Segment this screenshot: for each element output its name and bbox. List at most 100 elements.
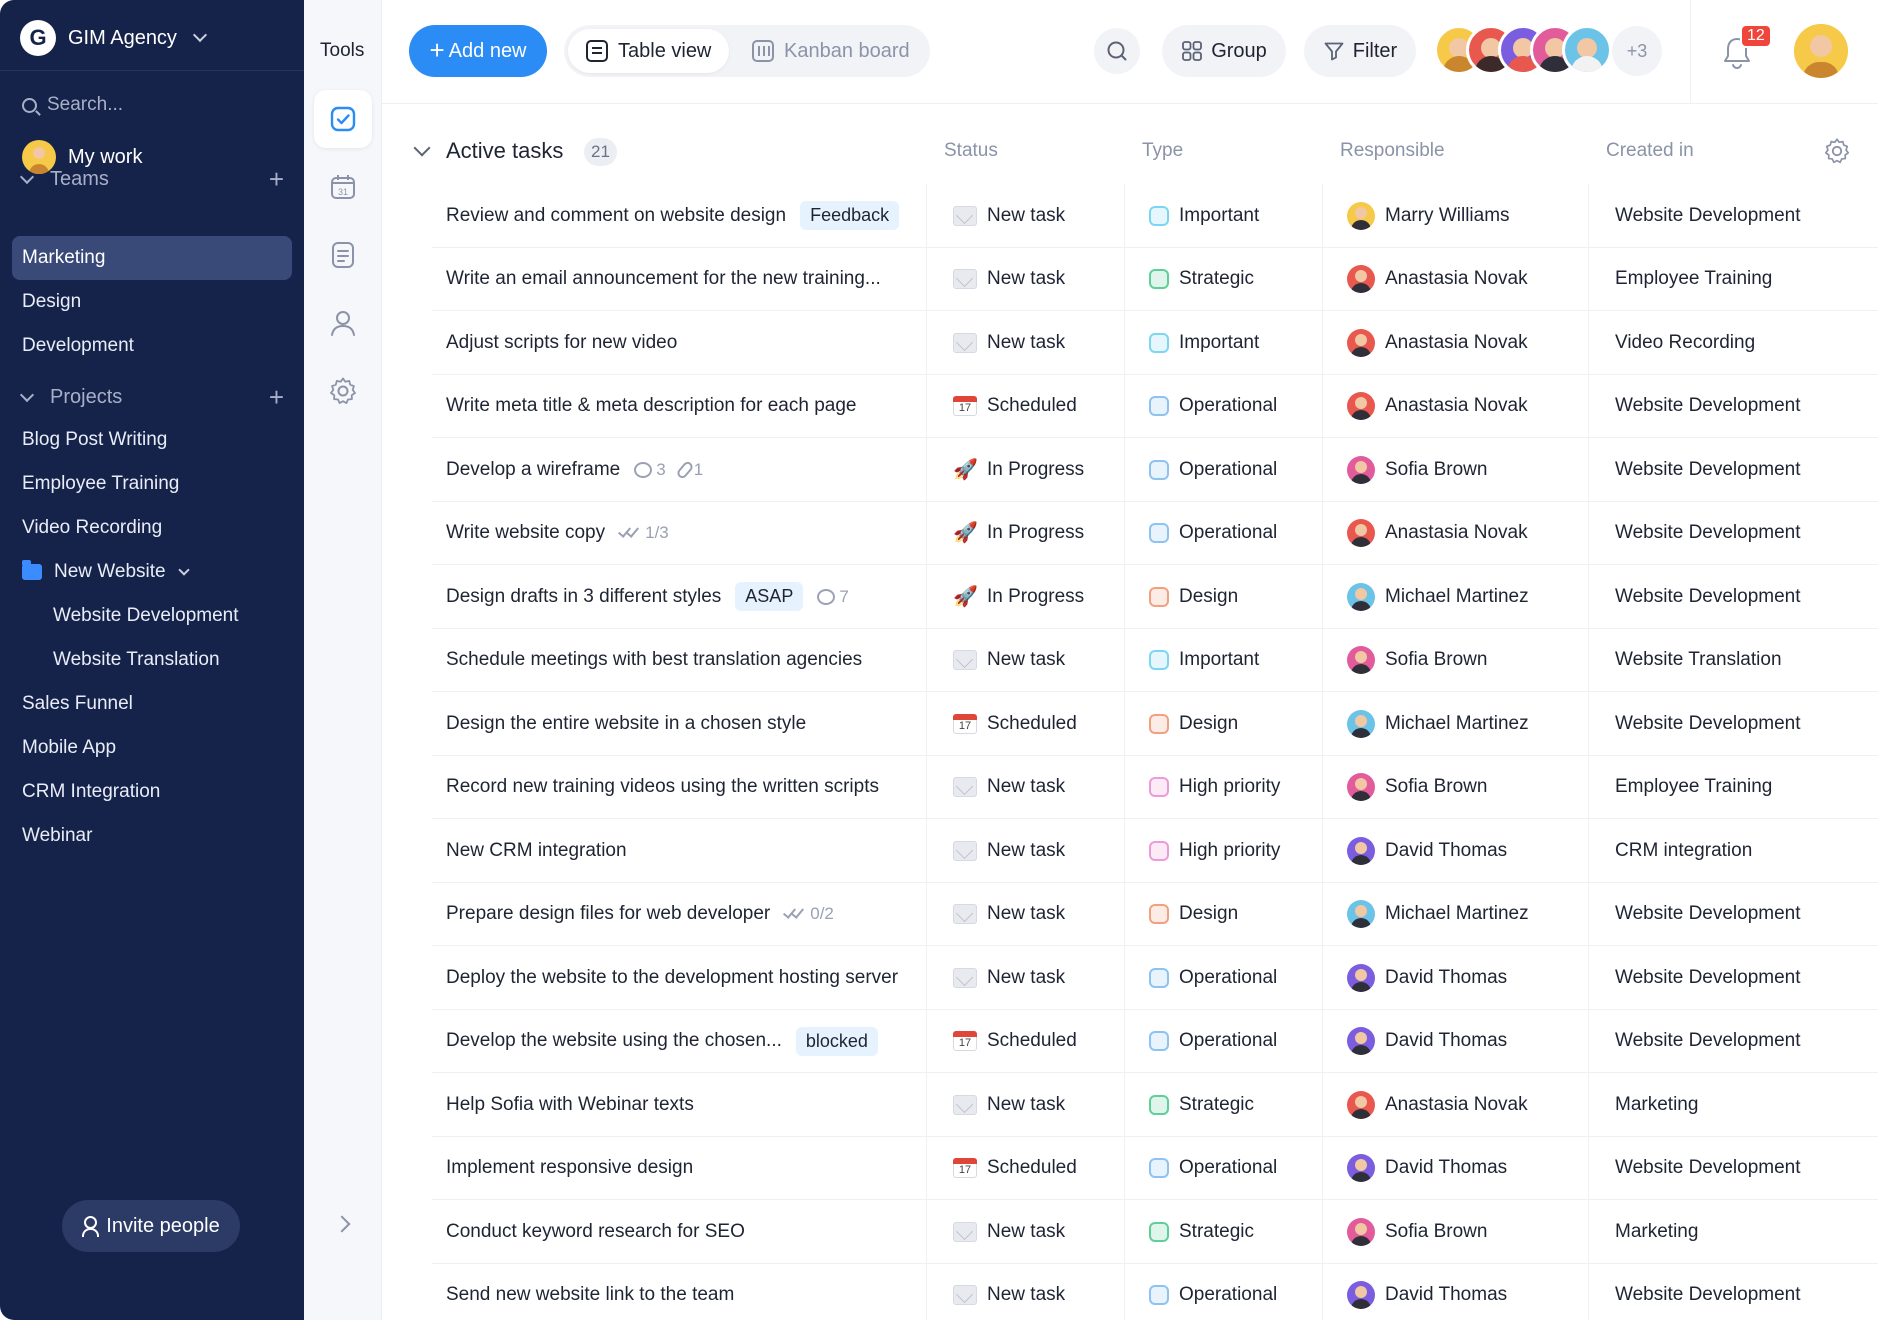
status-cell[interactable]: 17 Scheduled bbox=[926, 1009, 1124, 1073]
teams-section-header[interactable]: Teams + bbox=[19, 166, 284, 192]
task-tag[interactable]: ASAP bbox=[735, 582, 804, 612]
responsible-cell[interactable]: Michael Martinez bbox=[1322, 882, 1588, 946]
project-cell[interactable]: Website Development bbox=[1588, 565, 1878, 629]
search-button[interactable] bbox=[1094, 28, 1140, 74]
project-cell[interactable]: Marketing bbox=[1588, 1073, 1878, 1137]
project-cell[interactable]: Website Development bbox=[1588, 438, 1878, 502]
sidebar-item-crm-integration[interactable]: CRM Integration bbox=[12, 770, 292, 814]
tool-calendar[interactable]: 31 bbox=[314, 158, 372, 216]
tool-tasks[interactable] bbox=[314, 90, 372, 148]
task-cell[interactable]: Develop a wireframe 3 1 bbox=[446, 438, 926, 502]
projects-section-header[interactable]: Projects + bbox=[19, 384, 284, 410]
team-members[interactable] bbox=[1434, 25, 1612, 77]
responsible-cell[interactable]: David Thomas bbox=[1322, 946, 1588, 1010]
status-cell[interactable]: 🚀 In Progress bbox=[926, 438, 1124, 502]
task-tag[interactable]: Feedback bbox=[800, 201, 900, 231]
gear-icon[interactable] bbox=[1822, 136, 1852, 166]
status-cell[interactable]: New task bbox=[926, 628, 1124, 692]
workspace-switcher[interactable]: G GIM Agency bbox=[20, 20, 208, 56]
task-cell[interactable]: Adjust scripts for new video bbox=[446, 311, 926, 375]
task-cell[interactable]: Write website copy 1/3 bbox=[446, 502, 926, 566]
tool-notes[interactable] bbox=[314, 226, 372, 284]
responsible-cell[interactable]: Sofia Brown bbox=[1322, 755, 1588, 819]
table-row[interactable]: Write website copy 1/3 🚀 In Progress Opera… bbox=[432, 501, 1878, 566]
sidebar-item-website-translation[interactable]: Website Translation bbox=[12, 638, 292, 682]
sidebar-item-sales-funnel[interactable]: Sales Funnel bbox=[12, 682, 292, 726]
project-cell[interactable]: Website Development bbox=[1588, 882, 1878, 946]
responsible-cell[interactable]: David Thomas bbox=[1322, 1263, 1588, 1320]
sidebar-item-employee-training[interactable]: Employee Training bbox=[12, 462, 292, 506]
responsible-cell[interactable]: Sofia Brown bbox=[1322, 628, 1588, 692]
table-row[interactable]: Send new website link to the team New ta… bbox=[432, 1263, 1878, 1320]
task-meta[interactable]: 31 bbox=[634, 459, 703, 480]
task-cell[interactable]: Schedule meetings with best translation … bbox=[446, 629, 926, 693]
type-cell[interactable]: Important bbox=[1124, 311, 1322, 375]
table-row[interactable]: Design the entire website in a chosen st… bbox=[432, 692, 1878, 756]
table-row[interactable]: Conduct keyword research for SEO New tas… bbox=[432, 1200, 1878, 1264]
task-cell[interactable]: Conduct keyword research for SEO bbox=[446, 1200, 926, 1264]
responsible-cell[interactable]: Michael Martinez bbox=[1322, 692, 1588, 756]
status-cell[interactable]: New task bbox=[926, 1263, 1124, 1320]
responsible-cell[interactable]: Sofia Brown bbox=[1322, 1200, 1588, 1264]
project-cell[interactable]: Website Development bbox=[1588, 374, 1878, 438]
table-row[interactable]: New CRM integration New task High priori… bbox=[432, 819, 1878, 883]
task-cell[interactable]: Develop the website using the chosen... b… bbox=[446, 1010, 926, 1074]
table-row[interactable]: Write an email announcement for the new … bbox=[432, 247, 1878, 312]
table-row[interactable]: Develop the website using the chosen... b… bbox=[432, 1009, 1878, 1074]
type-cell[interactable]: Operational bbox=[1124, 438, 1322, 502]
task-cell[interactable]: Implement responsive design bbox=[446, 1137, 926, 1201]
type-cell[interactable]: Operational bbox=[1124, 1263, 1322, 1320]
status-cell[interactable]: New task bbox=[926, 1200, 1124, 1264]
type-cell[interactable]: Strategic bbox=[1124, 1200, 1322, 1264]
status-cell[interactable]: New task bbox=[926, 184, 1124, 248]
collapse-chevron-icon[interactable] bbox=[413, 139, 431, 157]
add-project-icon[interactable]: + bbox=[269, 384, 284, 410]
type-cell[interactable]: Important bbox=[1124, 628, 1322, 692]
table-row[interactable]: Prepare design files for web developer 0/… bbox=[432, 882, 1878, 946]
sidebar-item-webinar[interactable]: Webinar bbox=[12, 814, 292, 858]
responsible-cell[interactable]: Anastasia Novak bbox=[1322, 311, 1588, 375]
type-cell[interactable]: Operational bbox=[1124, 1009, 1322, 1073]
status-cell[interactable]: New task bbox=[926, 247, 1124, 311]
table-row[interactable]: Write meta title & meta description for … bbox=[432, 374, 1878, 439]
sidebar-item-blog-post-writing[interactable]: Blog Post Writing bbox=[12, 418, 292, 462]
responsible-cell[interactable]: David Thomas bbox=[1322, 1009, 1588, 1073]
table-row[interactable]: Deploy the website to the development ho… bbox=[432, 946, 1878, 1010]
status-cell[interactable]: New task bbox=[926, 882, 1124, 946]
tab-kanban-board[interactable]: Kanban board bbox=[734, 29, 928, 73]
table-row[interactable]: Implement responsive design 17 Scheduled … bbox=[432, 1136, 1878, 1201]
status-cell[interactable]: New task bbox=[926, 1073, 1124, 1137]
sidebar-folder-new-website[interactable]: New Website bbox=[12, 550, 292, 594]
task-cell[interactable]: Design the entire website in a chosen st… bbox=[446, 692, 926, 756]
status-cell[interactable]: 17 Scheduled bbox=[926, 692, 1124, 756]
project-cell[interactable]: Website Development bbox=[1588, 1263, 1878, 1320]
task-cell[interactable]: Deploy the website to the development ho… bbox=[446, 946, 926, 1010]
responsible-cell[interactable]: Anastasia Novak bbox=[1322, 1073, 1588, 1137]
project-cell[interactable]: Employee Training bbox=[1588, 247, 1878, 311]
task-meta[interactable]: 7 bbox=[817, 587, 849, 607]
more-members-button[interactable]: +3 bbox=[1612, 26, 1662, 76]
invite-people-button[interactable]: Invite people bbox=[62, 1200, 240, 1252]
project-cell[interactable]: Website Development bbox=[1588, 692, 1878, 756]
sidebar-item-video-recording[interactable]: Video Recording bbox=[12, 506, 292, 550]
tool-people[interactable] bbox=[314, 294, 372, 352]
task-meta[interactable]: 1/3 bbox=[619, 523, 669, 543]
tool-settings[interactable] bbox=[314, 362, 372, 420]
type-cell[interactable]: Design bbox=[1124, 882, 1322, 946]
task-cell[interactable]: Write meta title & meta description for … bbox=[446, 375, 926, 439]
task-cell[interactable]: Write an email announcement for the new … bbox=[446, 248, 926, 312]
status-cell[interactable]: New task bbox=[926, 755, 1124, 819]
table-row[interactable]: Design drafts in 3 different styles ASAP 7… bbox=[432, 565, 1878, 629]
add-new-button[interactable]: + Add new bbox=[409, 25, 547, 77]
type-cell[interactable]: Operational bbox=[1124, 1136, 1322, 1200]
task-cell[interactable]: New CRM integration bbox=[446, 819, 926, 883]
responsible-cell[interactable]: Anastasia Novak bbox=[1322, 501, 1588, 565]
status-cell[interactable]: 17 Scheduled bbox=[926, 1136, 1124, 1200]
project-cell[interactable]: Website Development bbox=[1588, 1136, 1878, 1200]
responsible-cell[interactable]: David Thomas bbox=[1322, 1136, 1588, 1200]
type-cell[interactable]: Strategic bbox=[1124, 247, 1322, 311]
responsible-cell[interactable]: David Thomas bbox=[1322, 819, 1588, 883]
column-header-responsible[interactable]: Responsible bbox=[1340, 140, 1445, 162]
type-cell[interactable]: High priority bbox=[1124, 755, 1322, 819]
project-cell[interactable]: Video Recording bbox=[1588, 311, 1878, 375]
